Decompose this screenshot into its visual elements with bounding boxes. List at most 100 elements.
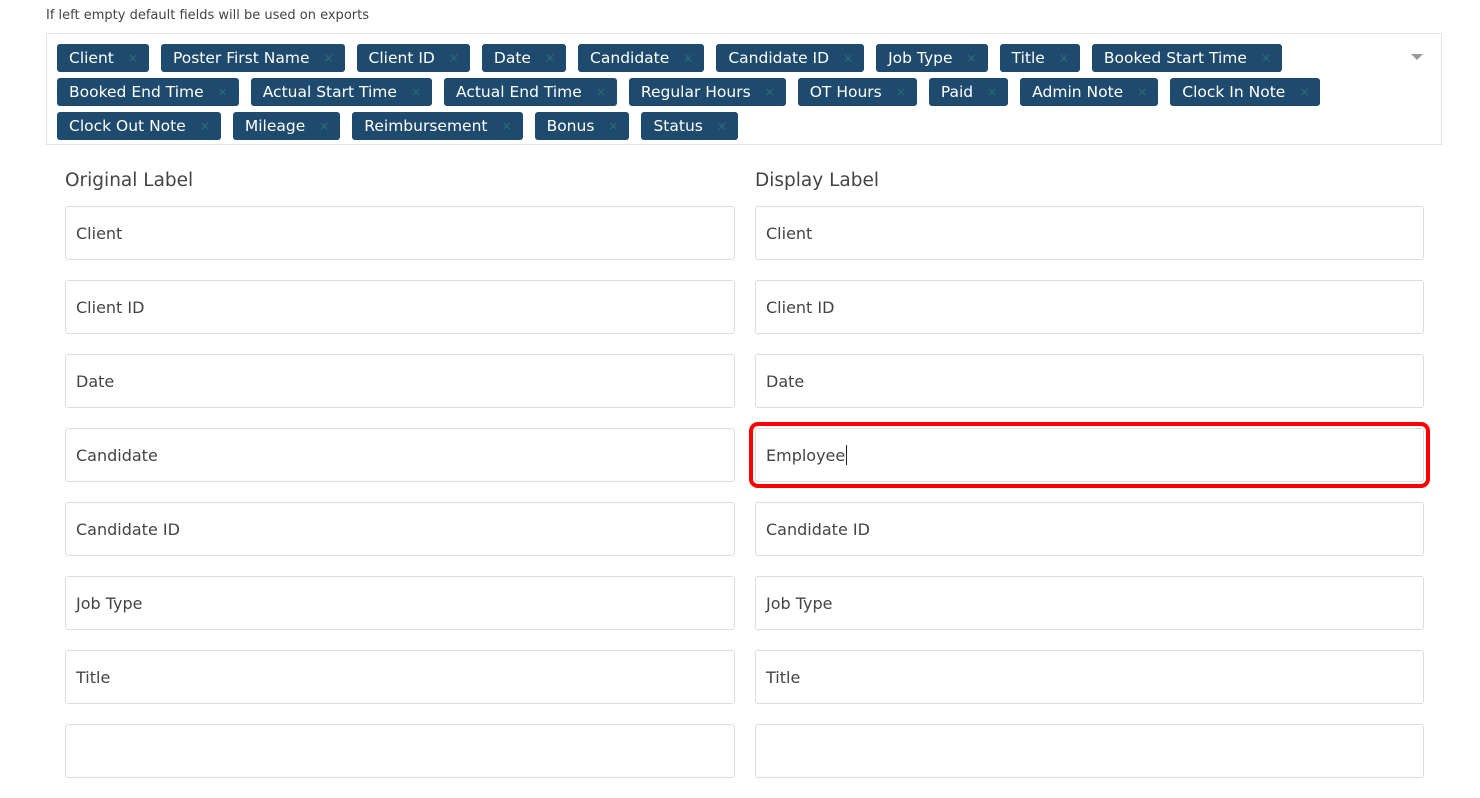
display-label-value: Candidate ID <box>766 519 870 539</box>
field-tag[interactable]: Date × <box>481 44 567 72</box>
field-tag[interactable]: Client × <box>57 44 149 72</box>
label-mapping-rows: Client Client Client ID Client ID Date Date Ca… <box>65 206 1430 798</box>
label-row: Date Date <box>65 354 1424 408</box>
field-tag-label: Paid <box>940 83 974 101</box>
display-label-input[interactable]: Client ID <box>755 280 1424 334</box>
field-tag-label: Job Type <box>888 49 953 67</box>
field-tag[interactable]: Bonus × <box>534 112 630 140</box>
remove-tag-icon[interactable]: × <box>200 119 210 133</box>
field-tag[interactable]: Actual Start Time × <box>250 78 432 106</box>
display-label-input[interactable]: Client <box>755 206 1424 260</box>
field-tag-label: Client ID <box>368 49 435 67</box>
field-tag-label: Regular Hours <box>640 83 751 101</box>
field-tag-label: Candidate ID <box>728 49 830 67</box>
remove-tag-icon[interactable]: × <box>896 85 906 99</box>
chevron-down-icon[interactable] <box>1411 54 1423 60</box>
label-row: Job Type Job Type <box>65 576 1424 630</box>
remove-tag-icon[interactable]: × <box>683 51 693 65</box>
original-label-field[interactable]: Candidate ID <box>65 502 735 556</box>
field-tag-label: Date <box>493 49 531 67</box>
remove-tag-icon[interactable]: × <box>128 51 138 65</box>
field-tag[interactable]: Poster First Name × <box>160 44 345 72</box>
field-tag-label: Bonus <box>546 117 595 135</box>
field-tag-label: Reimbursement <box>364 117 488 135</box>
remove-tag-icon[interactable]: × <box>987 85 997 99</box>
original-label-value: Date <box>76 371 115 391</box>
field-tag[interactable]: Regular Hours × <box>628 78 786 106</box>
original-label-field[interactable]: Candidate <box>65 428 735 482</box>
remove-tag-icon[interactable]: × <box>717 119 727 133</box>
field-tag-label: Admin Note <box>1032 83 1124 101</box>
display-label-input[interactable]: Job Type <box>755 576 1424 630</box>
field-tag[interactable]: Mileage × <box>232 112 341 140</box>
field-tag[interactable]: Reimbursement × <box>352 112 523 140</box>
field-tag-label: Actual End Time <box>456 83 582 101</box>
remove-tag-icon[interactable]: × <box>608 119 618 133</box>
original-label-value: Job Type <box>76 593 143 613</box>
field-tag-label: Clock Out Note <box>69 117 186 135</box>
field-tag[interactable]: Title × <box>999 44 1080 72</box>
original-label-field[interactable]: Client ID <box>65 280 735 334</box>
field-tag[interactable]: Client ID × <box>356 44 470 72</box>
original-label-value: Title <box>76 667 111 687</box>
display-label-input[interactable]: Date <box>755 354 1424 408</box>
remove-tag-icon[interactable]: × <box>843 51 853 65</box>
field-tag-label: Poster First Name <box>172 49 310 67</box>
original-label-field[interactable] <box>65 724 735 778</box>
remove-tag-icon[interactable]: × <box>323 51 333 65</box>
original-label-heading: Original Label <box>65 170 194 191</box>
display-label-input[interactable]: Candidate ID <box>755 502 1424 556</box>
text-cursor <box>846 445 848 465</box>
remove-tag-icon[interactable]: × <box>596 85 606 99</box>
original-label-value: Candidate ID <box>76 519 180 539</box>
field-tag[interactable]: Candidate × <box>578 44 705 72</box>
remove-tag-icon[interactable]: × <box>545 51 555 65</box>
field-tag[interactable]: Candidate ID × <box>716 44 865 72</box>
field-tag[interactable]: Clock Out Note × <box>57 112 221 140</box>
display-label-value: Client ID <box>766 297 835 317</box>
remove-tag-icon[interactable]: × <box>967 51 977 65</box>
field-tag[interactable]: Job Type × <box>876 44 988 72</box>
remove-tag-icon[interactable]: × <box>449 51 459 65</box>
original-label-field[interactable]: Client <box>65 206 735 260</box>
export-fields-multiselect[interactable]: Client × Poster First Name × Client ID × Date ×… <box>46 33 1442 145</box>
original-label-value: Candidate <box>76 445 158 465</box>
display-label-value: Title <box>766 667 801 687</box>
field-tag[interactable]: Booked Start Time × <box>1091 44 1282 72</box>
label-row: Title Title <box>65 650 1424 704</box>
field-tag-label: Clock In Note <box>1182 83 1286 101</box>
field-tag[interactable]: Admin Note × <box>1020 78 1159 106</box>
original-label-value: Client ID <box>76 297 145 317</box>
field-tag-label: Status <box>653 117 703 135</box>
field-tag-label: Title <box>1011 49 1045 67</box>
original-label-field[interactable]: Job Type <box>65 576 735 630</box>
field-tag[interactable]: Clock In Note × <box>1170 78 1321 106</box>
remove-tag-icon[interactable]: × <box>411 85 421 99</box>
field-tag[interactable]: Booked End Time × <box>57 78 239 106</box>
display-label-input[interactable]: Employee <box>749 422 1430 488</box>
display-label-value: Job Type <box>766 593 833 613</box>
field-tag[interactable]: OT Hours × <box>797 78 917 106</box>
field-tag[interactable]: Actual End Time × <box>444 78 617 106</box>
field-tag-label: Booked Start Time <box>1103 49 1247 67</box>
remove-tag-icon[interactable]: × <box>765 85 775 99</box>
remove-tag-icon[interactable]: × <box>218 85 228 99</box>
field-tag[interactable]: Status × <box>641 112 738 140</box>
field-tag-label: OT Hours <box>809 83 882 101</box>
display-label-input[interactable] <box>755 724 1424 778</box>
display-label-input[interactable]: Title <box>755 650 1424 704</box>
remove-tag-icon[interactable]: × <box>1299 85 1309 99</box>
remove-tag-icon[interactable]: × <box>1137 85 1147 99</box>
original-label-field[interactable]: Title <box>65 650 735 704</box>
display-label-value: Employee <box>766 445 846 465</box>
label-row: Candidate ID Candidate ID <box>65 502 1424 556</box>
field-tag[interactable]: Paid × <box>928 78 1009 106</box>
label-row: Client Client <box>65 206 1424 260</box>
remove-tag-icon[interactable]: × <box>502 119 512 133</box>
field-tag-label: Actual Start Time <box>262 83 397 101</box>
remove-tag-icon[interactable]: × <box>1261 51 1271 65</box>
export-hint: If left empty default fields will be use… <box>46 8 369 23</box>
original-label-field[interactable]: Date <box>65 354 735 408</box>
remove-tag-icon[interactable]: × <box>319 119 329 133</box>
remove-tag-icon[interactable]: × <box>1059 51 1069 65</box>
